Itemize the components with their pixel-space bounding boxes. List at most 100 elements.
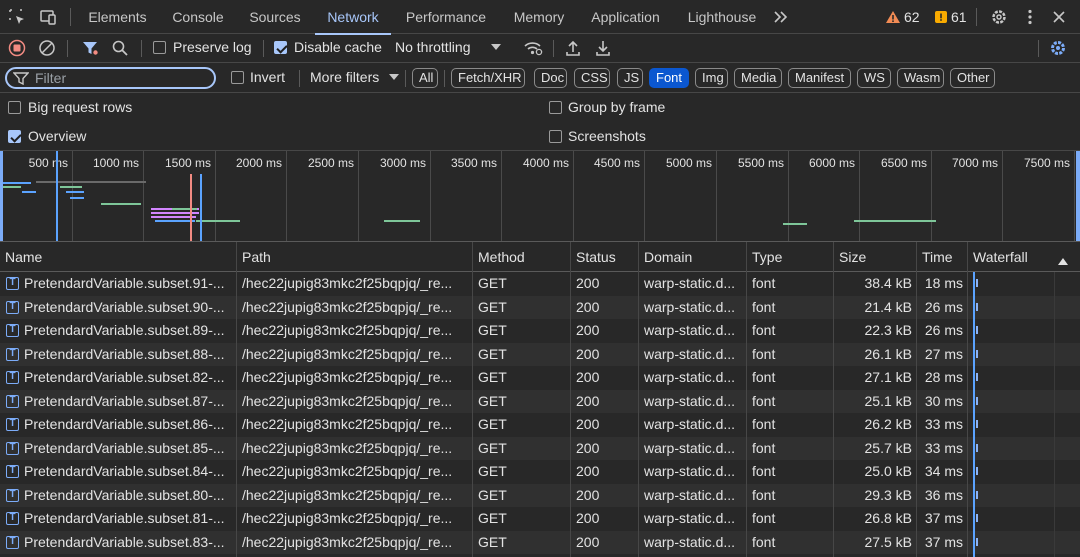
network-settings-gear-icon[interactable]	[1049, 39, 1067, 57]
filter-type-fetch-xhr[interactable]: Fetch/XHR	[451, 68, 525, 88]
table-row[interactable]: T PretendardVariable.subset.88-... /hec22j…	[0, 342, 1080, 366]
filter-type-other[interactable]: Other	[950, 68, 995, 88]
cell-status: 200	[576, 533, 600, 550]
overview-right-handle[interactable]	[1076, 151, 1080, 241]
overview-label[interactable]: Overview	[28, 128, 86, 144]
column-header-size[interactable]: Size	[834, 242, 916, 272]
filter-type-css[interactable]: CSS	[574, 68, 610, 88]
import-har-upload-icon[interactable]	[564, 39, 582, 57]
tab-application[interactable]: Application	[583, 0, 668, 34]
table-row[interactable]: T PretendardVariable.subset.80-... /hec22j…	[0, 483, 1080, 507]
big-request-rows-checkbox[interactable]	[8, 101, 21, 114]
close-icon[interactable]	[1050, 8, 1068, 26]
tab-memory[interactable]: Memory	[505, 0, 573, 34]
cell-status: 200	[576, 369, 600, 385]
table-row[interactable]: T PretendardVariable.subset.86-... /hec22j…	[0, 413, 1080, 437]
cell-type: font	[752, 275, 776, 291]
cell-size: 21.4 kB	[864, 298, 912, 315]
filter-type-media[interactable]: Media	[734, 68, 782, 88]
disable-cache-label[interactable]: Disable cache	[294, 39, 382, 55]
tab-elements[interactable]: Elements	[80, 0, 155, 34]
overview-checkbox[interactable]	[8, 130, 21, 143]
table-row[interactable]: T PretendardVariable.subset.82-... /hec22j…	[0, 366, 1080, 390]
big-request-rows-label[interactable]: Big request rows	[28, 99, 132, 115]
warnings-count[interactable]: 62	[904, 0, 920, 34]
throttling-select[interactable]: No throttling	[395, 39, 470, 55]
invert-checkbox[interactable]	[231, 71, 244, 84]
overview-request-bar	[196, 220, 240, 222]
column-header-name[interactable]: Name	[0, 242, 236, 272]
tab-sources[interactable]: Sources	[241, 0, 309, 34]
overview-tick-label: 3000 ms	[379, 156, 426, 170]
table-row[interactable]: T PretendardVariable.subset.90-... /hec22j…	[0, 295, 1080, 319]
column-header-waterfall[interactable]: Waterfall	[968, 242, 1048, 272]
overview-request-bar	[36, 181, 146, 183]
device-toolbar-icon[interactable]	[39, 8, 57, 26]
table-row[interactable]: T PretendardVariable.subset.83-... /hec22j…	[0, 530, 1080, 554]
clear-icon[interactable]	[38, 39, 56, 57]
table-row[interactable]: T PretendardVariable.subset.91-... /hec22j…	[0, 272, 1080, 296]
table-row[interactable]: T PretendardVariable.subset.85-... /hec22j…	[0, 436, 1080, 460]
column-header-status[interactable]: Status	[571, 242, 638, 272]
preserve-log-checkbox[interactable]	[153, 41, 166, 54]
filter-type-manifest[interactable]: Manifest	[788, 68, 851, 88]
tab-console[interactable]: Console	[164, 0, 232, 34]
filter-funnel-icon[interactable]	[81, 39, 99, 57]
sort-ascending-icon[interactable]	[1058, 253, 1068, 265]
overview-timeline[interactable]: 500 ms 1000 ms 1500 ms 2000 ms 2500 ms 3000 m…	[0, 151, 1080, 242]
more-options-icon[interactable]	[1021, 8, 1039, 26]
settings-gear-icon[interactable]	[990, 8, 1008, 26]
search-icon[interactable]	[111, 39, 129, 57]
more-tabs-icon[interactable]	[772, 8, 790, 26]
filter-input[interactable]: Filter	[5, 67, 216, 89]
toolbar-divider	[67, 40, 68, 57]
network-conditions-wifi-icon[interactable]	[523, 39, 543, 57]
tab-network[interactable]: Network	[315, 0, 391, 35]
overview-tick-label: 6000 ms	[808, 156, 855, 170]
filter-type-wasm[interactable]: Wasm	[897, 68, 944, 88]
filterbar-divider	[299, 70, 300, 87]
tab-performance[interactable]: Performance	[397, 0, 495, 34]
filter-type-font[interactable]: Font	[649, 68, 689, 88]
column-header-path[interactable]: Path	[237, 242, 473, 272]
group-by-frame-label[interactable]: Group by frame	[568, 99, 665, 115]
filter-type-all[interactable]: All	[412, 68, 438, 88]
more-filters-dropdown-icon[interactable]	[388, 70, 400, 84]
issues-count[interactable]: 61	[951, 0, 967, 34]
column-header-time[interactable]: Time	[917, 242, 968, 272]
table-row[interactable]: T PretendardVariable.subset.81-... /hec22j…	[0, 507, 1080, 531]
tab-lighthouse[interactable]: Lighthouse	[679, 0, 765, 34]
filter-type-doc[interactable]: Doc	[534, 68, 567, 88]
filter-type-img[interactable]: Img	[695, 68, 728, 88]
group-by-frame-checkbox[interactable]	[549, 101, 562, 114]
export-har-download-icon[interactable]	[594, 39, 612, 57]
table-row[interactable]: T PretendardVariable.subset.89-... /hec22j…	[0, 319, 1080, 343]
disable-cache-checkbox[interactable]	[274, 41, 287, 54]
cell-domain: warp-static.d...	[644, 275, 736, 291]
filter-type-ws[interactable]: WS	[857, 68, 891, 88]
column-header-domain[interactable]: Domain	[639, 242, 746, 272]
column-header-type[interactable]: Type	[747, 242, 833, 272]
toolbar-divider-2	[141, 40, 142, 57]
issues-icon[interactable]	[933, 8, 949, 26]
invert-label[interactable]: Invert	[250, 69, 285, 85]
warning-icon[interactable]	[885, 8, 901, 26]
screenshots-label[interactable]: Screenshots	[568, 128, 646, 144]
inspect-element-icon[interactable]	[8, 8, 26, 26]
waterfall-domcontentloaded-line	[973, 272, 975, 557]
cell-time: 28 ms	[924, 369, 963, 385]
cell-status: 200	[576, 345, 600, 362]
filter-type-js[interactable]: JS	[617, 68, 643, 88]
cell-path: /hec22jupig83mkc2f25bqpjq/_re...	[242, 486, 453, 503]
column-divider	[746, 242, 747, 557]
more-filters-button[interactable]: More filters	[310, 69, 379, 85]
preserve-log-label[interactable]: Preserve log	[173, 39, 252, 55]
column-divider	[638, 242, 639, 557]
overview-request-bar	[70, 197, 84, 199]
screenshots-checkbox[interactable]	[549, 130, 562, 143]
throttling-dropdown-icon[interactable]	[490, 40, 502, 54]
column-header-method[interactable]: Method	[473, 242, 570, 272]
table-row[interactable]: T PretendardVariable.subset.84-... /hec22j…	[0, 460, 1080, 484]
stop-recording-icon[interactable]	[8, 39, 26, 57]
table-row[interactable]: T PretendardVariable.subset.87-... /hec22j…	[0, 389, 1080, 413]
